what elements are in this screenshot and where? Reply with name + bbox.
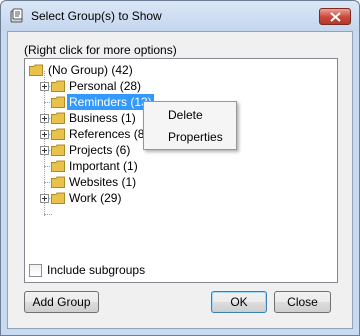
tree-item-label[interactable]: Important (1) bbox=[67, 158, 140, 174]
tree-root-label[interactable]: (No Group) (42) bbox=[46, 62, 135, 78]
expand-icon[interactable] bbox=[40, 82, 49, 91]
tree-item-label[interactable]: Personal (28) bbox=[67, 78, 143, 94]
tree-item-label[interactable]: Reminders (13) bbox=[67, 94, 154, 110]
context-menu-properties[interactable]: Properties bbox=[168, 128, 223, 146]
context-menu: Delete Properties bbox=[143, 101, 237, 150]
folder-icon bbox=[29, 64, 43, 76]
folder-icon bbox=[51, 160, 65, 172]
folder-icon bbox=[51, 192, 65, 204]
expand-icon[interactable] bbox=[40, 114, 49, 123]
folder-icon bbox=[51, 128, 65, 140]
tree-item-label[interactable]: Business (1) bbox=[67, 110, 138, 126]
expand-icon[interactable] bbox=[40, 146, 49, 155]
folder-icon bbox=[51, 96, 65, 108]
include-subgroups-label: Include subgroups bbox=[47, 263, 146, 277]
expand-icon[interactable] bbox=[40, 194, 49, 203]
folder-icon bbox=[51, 80, 65, 92]
close-button[interactable]: Close bbox=[274, 291, 331, 313]
folder-icon bbox=[51, 176, 65, 188]
close-icon bbox=[330, 12, 341, 22]
dialog-window: Select Group(s) to Show (Right click for… bbox=[0, 0, 360, 336]
folder-icon bbox=[51, 112, 65, 124]
ok-button[interactable]: OK bbox=[211, 291, 267, 313]
tree-item-label[interactable]: Work (29) bbox=[67, 190, 123, 206]
include-subgroups-checkbox[interactable] bbox=[29, 264, 42, 277]
add-group-button[interactable]: Add Group bbox=[24, 291, 99, 313]
tree-item-label[interactable]: Projects (6) bbox=[67, 142, 132, 158]
groups-app-icon bbox=[9, 8, 25, 24]
group-tree[interactable]: (No Group) (42) Personal (28) Reminders … bbox=[24, 58, 338, 283]
window-title: Select Group(s) to Show bbox=[31, 9, 162, 23]
tree-item-label[interactable]: References (8 bbox=[67, 126, 146, 142]
tree-item-label[interactable]: Websites (1) bbox=[67, 174, 138, 190]
context-menu-delete[interactable]: Delete bbox=[168, 106, 203, 124]
folder-icon bbox=[51, 144, 65, 156]
tree-connector bbox=[44, 214, 52, 215]
title-bar[interactable]: Select Group(s) to Show bbox=[1, 1, 359, 31]
window-close-button[interactable] bbox=[319, 8, 351, 25]
dialog-body: (Right click for more options) (No Group… bbox=[7, 31, 353, 329]
expand-icon[interactable] bbox=[40, 130, 49, 139]
hint-text: (Right click for more options) bbox=[24, 43, 177, 57]
